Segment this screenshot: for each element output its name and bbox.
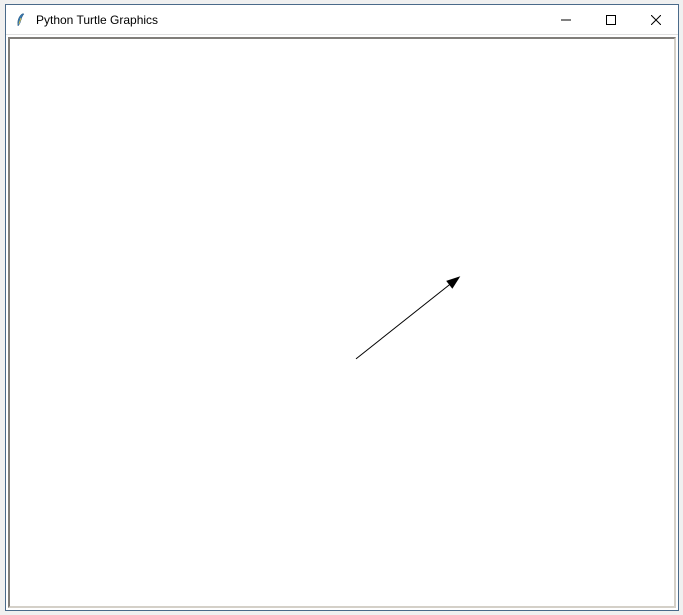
window-title: Python Turtle Graphics	[36, 13, 543, 27]
turtle-cursor-icon	[446, 272, 463, 288]
titlebar[interactable]: Python Turtle Graphics	[6, 5, 678, 35]
turtle-window: Python Turtle Graphics	[5, 4, 679, 611]
turtle-drawing	[10, 39, 674, 606]
python-feather-icon	[14, 12, 30, 28]
turtle-canvas	[8, 37, 676, 608]
turtle-path-line	[356, 281, 454, 359]
maximize-button[interactable]	[588, 5, 633, 34]
canvas-frame	[6, 35, 678, 610]
window-controls	[543, 5, 678, 34]
close-button[interactable]	[633, 5, 678, 34]
minimize-button[interactable]	[543, 5, 588, 34]
